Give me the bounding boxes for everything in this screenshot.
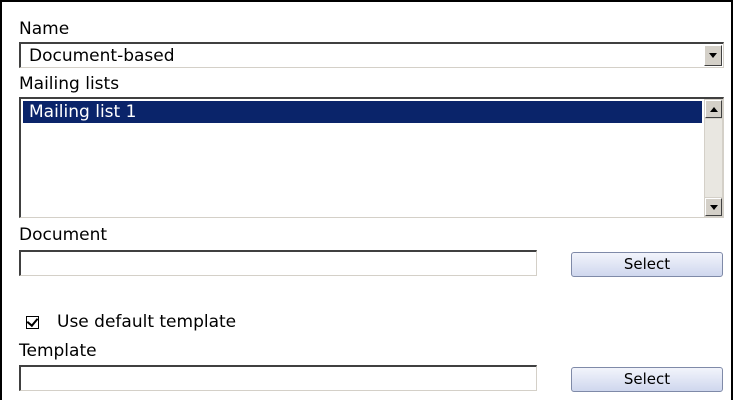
use-default-template-checkbox[interactable] [26,314,39,329]
template-select-button[interactable]: Select [571,367,723,392]
check-icon [26,314,39,328]
name-label: Name [19,19,70,39]
chevron-down-icon [709,204,718,210]
document-select-button[interactable]: Select [571,252,723,277]
name-select[interactable]: Document-based [19,42,724,68]
mailing-lists-label: Mailing lists [19,74,120,94]
scroll-track[interactable] [705,119,722,197]
chevron-down-icon [709,53,717,58]
document-field[interactable] [19,250,537,276]
mailing-lists-listbox[interactable]: Mailing list 1 [19,97,724,218]
list-item[interactable]: Mailing list 1 [23,101,702,123]
chevron-up-icon [709,106,718,112]
template-label: Template [19,341,97,361]
scroll-up-button[interactable] [705,100,722,118]
listbox-scrollbar[interactable] [704,99,723,217]
scroll-down-button[interactable] [705,198,722,216]
name-select-value: Document-based [29,46,175,66]
document-label: Document [19,225,108,245]
use-default-template-label: Use default template [57,312,237,332]
dropdown-arrow-button[interactable] [704,45,722,66]
template-field[interactable] [19,365,537,391]
